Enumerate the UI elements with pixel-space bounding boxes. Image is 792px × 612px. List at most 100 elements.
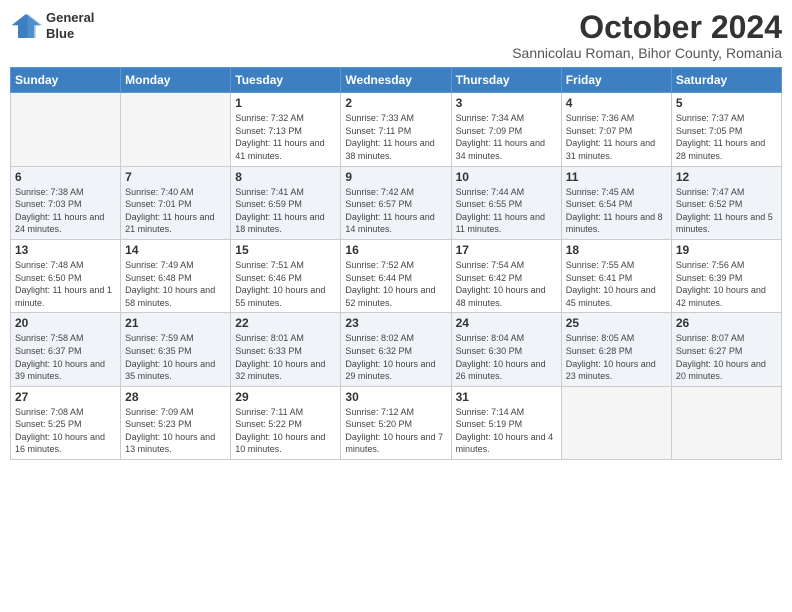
- day-info: Sunrise: 7:33 AM Sunset: 7:11 PM Dayligh…: [345, 112, 446, 162]
- weekday-header: Monday: [121, 68, 231, 93]
- day-info: Sunrise: 7:55 AM Sunset: 6:41 PM Dayligh…: [566, 259, 667, 309]
- day-info: Sunrise: 7:48 AM Sunset: 6:50 PM Dayligh…: [15, 259, 116, 309]
- day-number: 9: [345, 170, 446, 184]
- day-number: 18: [566, 243, 667, 257]
- calendar-day-cell: 10Sunrise: 7:44 AM Sunset: 6:55 PM Dayli…: [451, 166, 561, 239]
- day-info: Sunrise: 7:09 AM Sunset: 5:23 PM Dayligh…: [125, 406, 226, 456]
- logo-text: General Blue: [46, 10, 94, 41]
- day-number: 30: [345, 390, 446, 404]
- calendar-week-row: 6Sunrise: 7:38 AM Sunset: 7:03 PM Daylig…: [11, 166, 782, 239]
- calendar-day-cell: 17 Sunrise: 7:54 AM Sunset: 6:42 PM Dayli…: [451, 239, 561, 312]
- day-info: Sunrise: 8:01 AM Sunset: 6:33 PM Dayligh…: [235, 332, 336, 382]
- day-info: Sunrise: 7:37 AM Sunset: 7:05 PM Dayligh…: [676, 112, 777, 162]
- day-number: 13: [15, 243, 116, 257]
- day-number: 1: [235, 96, 336, 110]
- title-block: October 2024 Sannicolau Roman, Bihor Cou…: [512, 10, 782, 61]
- weekday-header: Thursday: [451, 68, 561, 93]
- calendar-table: SundayMondayTuesdayWednesdayThursdayFrid…: [10, 67, 782, 460]
- day-number: 5: [676, 96, 777, 110]
- weekday-header: Saturday: [671, 68, 781, 93]
- calendar-day-cell: 18 Sunrise: 7:55 AM Sunset: 6:41 PM Dayli…: [561, 239, 671, 312]
- weekday-header: Tuesday: [231, 68, 341, 93]
- calendar-day-cell: 30 Sunrise: 7:12 AM Sunset: 5:20 PM Dayli…: [341, 386, 451, 459]
- day-info: Sunrise: 7:32 AM Sunset: 7:13 PM Dayligh…: [235, 112, 336, 162]
- day-info: Sunrise: 7:34 AM Sunset: 7:09 PM Dayligh…: [456, 112, 557, 162]
- calendar-day-cell: [671, 386, 781, 459]
- day-info: Sunrise: 7:59 AM Sunset: 6:35 PM Dayligh…: [125, 332, 226, 382]
- calendar-day-cell: 29 Sunrise: 7:11 AM Sunset: 5:22 PM Dayli…: [231, 386, 341, 459]
- logo-line1: General: [46, 10, 94, 26]
- day-number: 4: [566, 96, 667, 110]
- weekday-header: Sunday: [11, 68, 121, 93]
- calendar-week-row: 20 Sunrise: 7:58 AM Sunset: 6:37 PM Dayli…: [11, 313, 782, 386]
- day-number: 25: [566, 316, 667, 330]
- calendar-day-cell: 13 Sunrise: 7:48 AM Sunset: 6:50 PM Dayli…: [11, 239, 121, 312]
- day-info: Sunrise: 7:49 AM Sunset: 6:48 PM Dayligh…: [125, 259, 226, 309]
- day-info: Sunrise: 7:08 AM Sunset: 5:25 PM Dayligh…: [15, 406, 116, 456]
- calendar-day-cell: 6Sunrise: 7:38 AM Sunset: 7:03 PM Daylig…: [11, 166, 121, 239]
- day-number: 29: [235, 390, 336, 404]
- calendar-day-cell: 7Sunrise: 7:40 AM Sunset: 7:01 PM Daylig…: [121, 166, 231, 239]
- calendar-day-cell: 24 Sunrise: 8:04 AM Sunset: 6:30 PM Dayli…: [451, 313, 561, 386]
- day-info: Sunrise: 7:45 AM Sunset: 6:54 PM Dayligh…: [566, 186, 667, 236]
- day-number: 19: [676, 243, 777, 257]
- calendar-day-cell: 1 Sunrise: 7:32 AM Sunset: 7:13 PM Daylig…: [231, 93, 341, 166]
- day-info: Sunrise: 7:36 AM Sunset: 7:07 PM Dayligh…: [566, 112, 667, 162]
- day-info: Sunrise: 7:14 AM Sunset: 5:19 PM Dayligh…: [456, 406, 557, 456]
- calendar-day-cell: 8Sunrise: 7:41 AM Sunset: 6:59 PM Daylig…: [231, 166, 341, 239]
- day-info: Sunrise: 7:11 AM Sunset: 5:22 PM Dayligh…: [235, 406, 336, 456]
- day-info: Sunrise: 8:02 AM Sunset: 6:32 PM Dayligh…: [345, 332, 446, 382]
- day-info: Sunrise: 7:41 AM Sunset: 6:59 PM Dayligh…: [235, 186, 336, 236]
- page-header: General Blue October 2024 Sannicolau Rom…: [10, 10, 782, 61]
- day-number: 26: [676, 316, 777, 330]
- day-number: 21: [125, 316, 226, 330]
- calendar-day-cell: 20 Sunrise: 7:58 AM Sunset: 6:37 PM Dayli…: [11, 313, 121, 386]
- day-number: 7: [125, 170, 226, 184]
- day-number: 23: [345, 316, 446, 330]
- day-info: Sunrise: 7:12 AM Sunset: 5:20 PM Dayligh…: [345, 406, 446, 456]
- calendar-day-cell: 14Sunrise: 7:49 AM Sunset: 6:48 PM Dayli…: [121, 239, 231, 312]
- day-number: 15: [235, 243, 336, 257]
- day-number: 31: [456, 390, 557, 404]
- day-number: 20: [15, 316, 116, 330]
- day-info: Sunrise: 7:44 AM Sunset: 6:55 PM Dayligh…: [456, 186, 557, 236]
- day-number: 3: [456, 96, 557, 110]
- day-info: Sunrise: 7:58 AM Sunset: 6:37 PM Dayligh…: [15, 332, 116, 382]
- calendar-day-cell: 26 Sunrise: 8:07 AM Sunset: 6:27 PM Dayli…: [671, 313, 781, 386]
- day-number: 2: [345, 96, 446, 110]
- day-number: 17: [456, 243, 557, 257]
- day-info: Sunrise: 8:05 AM Sunset: 6:28 PM Dayligh…: [566, 332, 667, 382]
- calendar-day-cell: 23 Sunrise: 8:02 AM Sunset: 6:32 PM Dayli…: [341, 313, 451, 386]
- calendar-day-cell: 16 Sunrise: 7:52 AM Sunset: 6:44 PM Dayli…: [341, 239, 451, 312]
- calendar-day-cell: 31 Sunrise: 7:14 AM Sunset: 5:19 PM Dayli…: [451, 386, 561, 459]
- day-number: 16: [345, 243, 446, 257]
- calendar-day-cell: 11Sunrise: 7:45 AM Sunset: 6:54 PM Dayli…: [561, 166, 671, 239]
- day-info: Sunrise: 7:54 AM Sunset: 6:42 PM Dayligh…: [456, 259, 557, 309]
- calendar-day-cell: 22 Sunrise: 8:01 AM Sunset: 6:33 PM Dayli…: [231, 313, 341, 386]
- location-subtitle: Sannicolau Roman, Bihor County, Romania: [512, 45, 782, 61]
- calendar-day-cell: 27 Sunrise: 7:08 AM Sunset: 5:25 PM Dayli…: [11, 386, 121, 459]
- day-number: 27: [15, 390, 116, 404]
- day-info: Sunrise: 7:52 AM Sunset: 6:44 PM Dayligh…: [345, 259, 446, 309]
- logo-icon: [10, 12, 42, 40]
- calendar-week-row: 1 Sunrise: 7:32 AM Sunset: 7:13 PM Daylig…: [11, 93, 782, 166]
- calendar-day-cell: 28Sunrise: 7:09 AM Sunset: 5:23 PM Dayli…: [121, 386, 231, 459]
- day-number: 12: [676, 170, 777, 184]
- day-number: 6: [15, 170, 116, 184]
- calendar-day-cell: [11, 93, 121, 166]
- day-info: Sunrise: 7:51 AM Sunset: 6:46 PM Dayligh…: [235, 259, 336, 309]
- day-info: Sunrise: 7:42 AM Sunset: 6:57 PM Dayligh…: [345, 186, 446, 236]
- day-info: Sunrise: 8:04 AM Sunset: 6:30 PM Dayligh…: [456, 332, 557, 382]
- calendar-day-cell: 3 Sunrise: 7:34 AM Sunset: 7:09 PM Daylig…: [451, 93, 561, 166]
- logo: General Blue: [10, 10, 94, 41]
- calendar-day-cell: 25 Sunrise: 8:05 AM Sunset: 6:28 PM Dayli…: [561, 313, 671, 386]
- calendar-day-cell: 15 Sunrise: 7:51 AM Sunset: 6:46 PM Dayli…: [231, 239, 341, 312]
- calendar-day-cell: 12Sunrise: 7:47 AM Sunset: 6:52 PM Dayli…: [671, 166, 781, 239]
- calendar-day-cell: 19Sunrise: 7:56 AM Sunset: 6:39 PM Dayli…: [671, 239, 781, 312]
- day-number: 24: [456, 316, 557, 330]
- calendar-week-row: 13 Sunrise: 7:48 AM Sunset: 6:50 PM Dayli…: [11, 239, 782, 312]
- month-title: October 2024: [512, 10, 782, 45]
- calendar-header-row: SundayMondayTuesdayWednesdayThursdayFrid…: [11, 68, 782, 93]
- day-number: 22: [235, 316, 336, 330]
- day-info: Sunrise: 8:07 AM Sunset: 6:27 PM Dayligh…: [676, 332, 777, 382]
